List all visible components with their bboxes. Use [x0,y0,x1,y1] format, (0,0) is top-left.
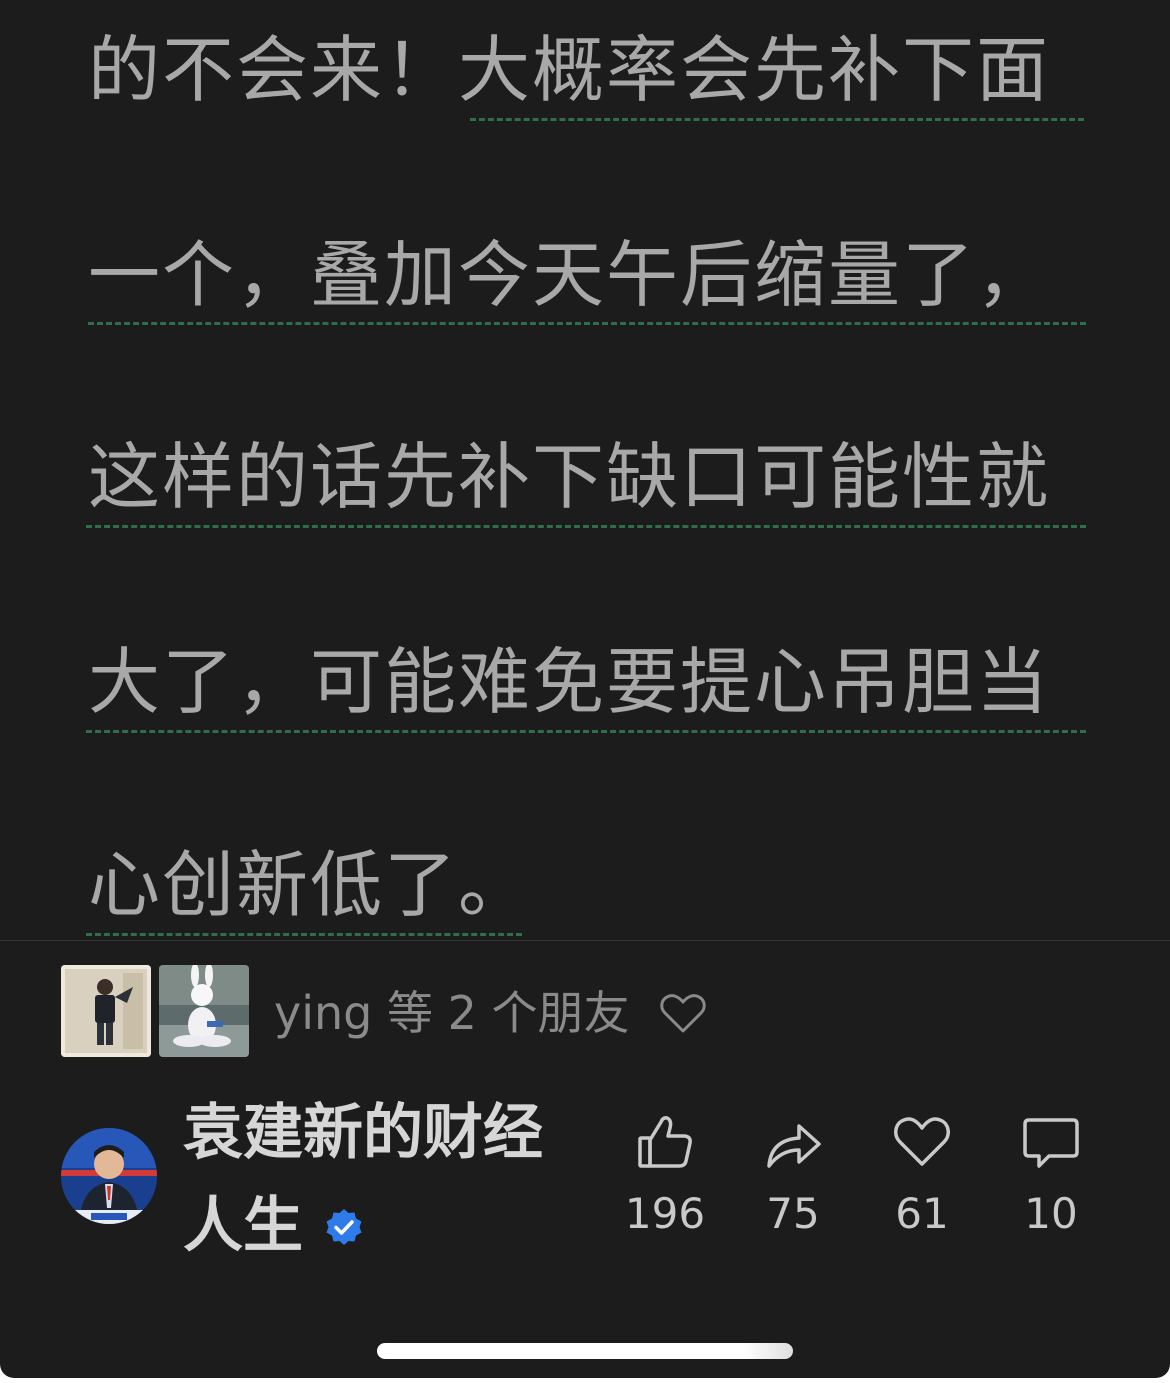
heart-icon [894,1117,950,1166]
friend-avatar-1[interactable] [61,965,151,1057]
avatar-news-anchor [61,1128,157,1224]
comment-count: 10 [1024,1189,1078,1238]
article-underline-3 [86,525,1086,528]
favorite-button[interactable]: 61 [867,1112,977,1242]
article-underline-2 [88,322,1086,325]
article-line-2: 一个，叠加今天午后缩量了， [88,233,1051,317]
like-count: 196 [624,1189,706,1238]
article-line-3: 这样的话先补下缺口可能性就 [88,435,1051,519]
thumb-up-icon [638,1116,692,1168]
comment-bubble-icon [1023,1118,1079,1168]
article-line-4: 大了，可能难免要提心吊胆当 [88,640,1051,724]
friend-avatar-2[interactable] [159,965,249,1057]
like-button[interactable]: 196 [610,1112,720,1242]
author-name-line-1[interactable]: 袁建新的财经 [183,1085,603,1181]
share-count: 75 [766,1189,820,1238]
comment-button[interactable]: 10 [996,1112,1106,1242]
friend-avatar-1-image [61,965,151,1057]
article-underline-1 [470,118,1084,121]
article-underline-5 [86,933,522,936]
verified-badge-icon [326,1209,362,1245]
screen: 的不会来！大概率会先补下面 一个，叠加今天午后缩量了， 这样的话先补下缺口可能性… [0,0,1170,1378]
favorite-count: 61 [895,1189,949,1238]
heart-outline-icon[interactable] [660,994,706,1034]
author-name-line-2[interactable]: 人生 [183,1178,603,1274]
share-button[interactable]: 75 [738,1112,848,1242]
share-arrow-icon [767,1124,821,1168]
article-line-1: 的不会来！大概率会先补下面 [88,28,1051,112]
article-underline-4 [86,730,1086,733]
friend-avatar-2-image [159,965,249,1057]
home-indicator[interactable] [377,1343,793,1359]
friends-liked-text[interactable]: ying 等 2 个朋友 [274,983,630,1043]
author-avatar[interactable] [61,1128,157,1224]
article-line-5: 心创新低了。 [88,843,533,927]
divider [0,940,1170,941]
